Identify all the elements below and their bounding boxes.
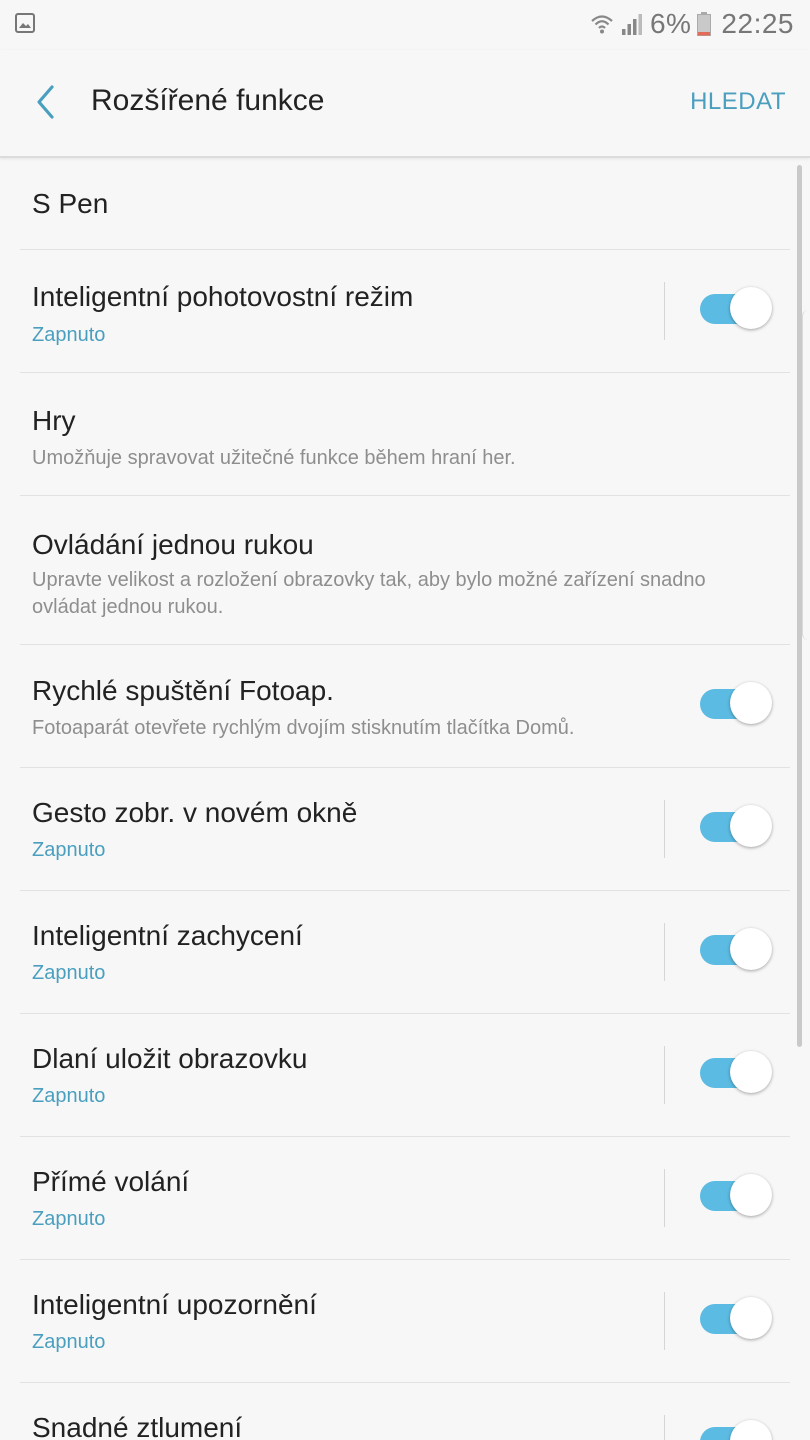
setting-title: Inteligentní pohotovostní režim	[32, 281, 414, 312]
clock: 22:25	[721, 8, 794, 39]
battery-icon	[697, 12, 712, 36]
setting-subtitle: Umožňuje spravovat užitečné funkce během…	[32, 447, 516, 469]
toggle-switch[interactable]	[698, 805, 774, 849]
setting-title: Hry	[32, 405, 76, 436]
setting-direct-call[interactable]: Přímé volání Zapnuto	[20, 1137, 790, 1260]
setting-easy-mute[interactable]: Snadné ztlumení	[20, 1383, 790, 1440]
setting-subtitle: Zapnuto	[32, 1085, 106, 1107]
row-divider	[664, 923, 665, 981]
chevron-left-icon	[37, 85, 54, 119]
toggle-thumb	[730, 928, 772, 970]
setting-multi-window-gesture[interactable]: Gesto zobr. v novém okně Zapnuto	[20, 768, 790, 891]
toggle-switch[interactable]	[698, 1297, 774, 1341]
battery-percent: 6%	[649, 8, 692, 39]
setting-title: Ovládání jednou rukou	[32, 529, 314, 560]
setting-title: Inteligentní upozornění	[32, 1289, 317, 1320]
toggle-thumb	[730, 805, 772, 847]
toggle-thumb	[730, 287, 772, 329]
toggle-thumb	[730, 682, 772, 724]
toggle-thumb	[730, 1051, 772, 1093]
gallery-icon	[15, 13, 35, 33]
row-divider	[664, 1046, 665, 1104]
setting-smart-standby[interactable]: Inteligentní pohotovostní režim Zapnuto	[20, 250, 790, 373]
edge-panel-handle[interactable]	[802, 310, 810, 640]
row-divider	[664, 1415, 665, 1440]
setting-smart-alert[interactable]: Inteligentní upozornění Zapnuto	[20, 1260, 790, 1383]
setting-smart-capture[interactable]: Inteligentní zachycení Zapnuto	[20, 891, 790, 1014]
setting-title: S Pen	[32, 188, 109, 219]
page-title: Rozšířené funkce	[91, 84, 325, 117]
settings-list: S Pen Inteligentní pohotovostní režim Zapn…	[20, 158, 790, 1440]
row-divider	[664, 800, 665, 858]
setting-title: Gesto zobr. v novém okně	[32, 797, 358, 828]
wifi-icon	[591, 15, 613, 34]
back-button[interactable]	[22, 76, 70, 128]
settings-screen: 6% 22:25 Rozšířené funkce HLEDAT S Pen In…	[0, 0, 810, 1440]
toggle-switch[interactable]	[698, 1420, 774, 1440]
setting-games[interactable]: Hry Umožňuje spravovat užitečné funkce bě…	[20, 373, 790, 496]
signal-icon	[621, 14, 642, 35]
setting-subtitle: Upravte velikost a rozložení obrazovky t…	[32, 569, 706, 618]
setting-subtitle: Zapnuto	[32, 839, 106, 861]
setting-s-pen[interactable]: S Pen	[20, 158, 790, 250]
toggle-switch[interactable]	[698, 1051, 774, 1095]
setting-title: Inteligentní zachycení	[32, 920, 303, 951]
row-divider	[664, 1292, 665, 1350]
setting-subtitle: Zapnuto	[32, 962, 106, 984]
setting-subtitle: Zapnuto	[32, 324, 106, 346]
setting-title: Přímé volání	[32, 1166, 190, 1197]
setting-one-handed-mode[interactable]: Ovládání jednou rukou Upravte velikost a …	[20, 496, 790, 645]
setting-palm-swipe-capture[interactable]: Dlaní uložit obrazovku Zapnuto	[20, 1014, 790, 1137]
setting-subtitle: Zapnuto	[32, 1208, 106, 1230]
setting-subtitle: Fotoaparát otevřete rychlým dvojím stisk…	[32, 717, 575, 739]
toggle-switch[interactable]	[698, 682, 774, 726]
setting-quick-launch-camera[interactable]: Rychlé spuštění Fotoap. Fotoaparát otevře…	[20, 645, 790, 768]
toggle-thumb	[730, 1297, 772, 1339]
row-divider	[664, 282, 665, 340]
search-button[interactable]: HLEDAT	[690, 88, 786, 116]
row-divider	[664, 1169, 665, 1227]
app-bar: Rozšířené funkce HLEDAT	[0, 50, 810, 158]
setting-subtitle: Zapnuto	[32, 1331, 106, 1353]
toggle-thumb	[730, 1174, 772, 1216]
setting-title: Dlaní uložit obrazovku	[32, 1043, 308, 1074]
toggle-switch[interactable]	[698, 928, 774, 972]
status-bar: 6% 22:25	[0, 0, 810, 50]
toggle-switch[interactable]	[698, 287, 774, 331]
toggle-switch[interactable]	[698, 1174, 774, 1218]
toggle-thumb	[730, 1420, 772, 1440]
setting-title: Rychlé spuštění Fotoap.	[32, 675, 334, 706]
setting-title: Snadné ztlumení	[32, 1412, 243, 1440]
